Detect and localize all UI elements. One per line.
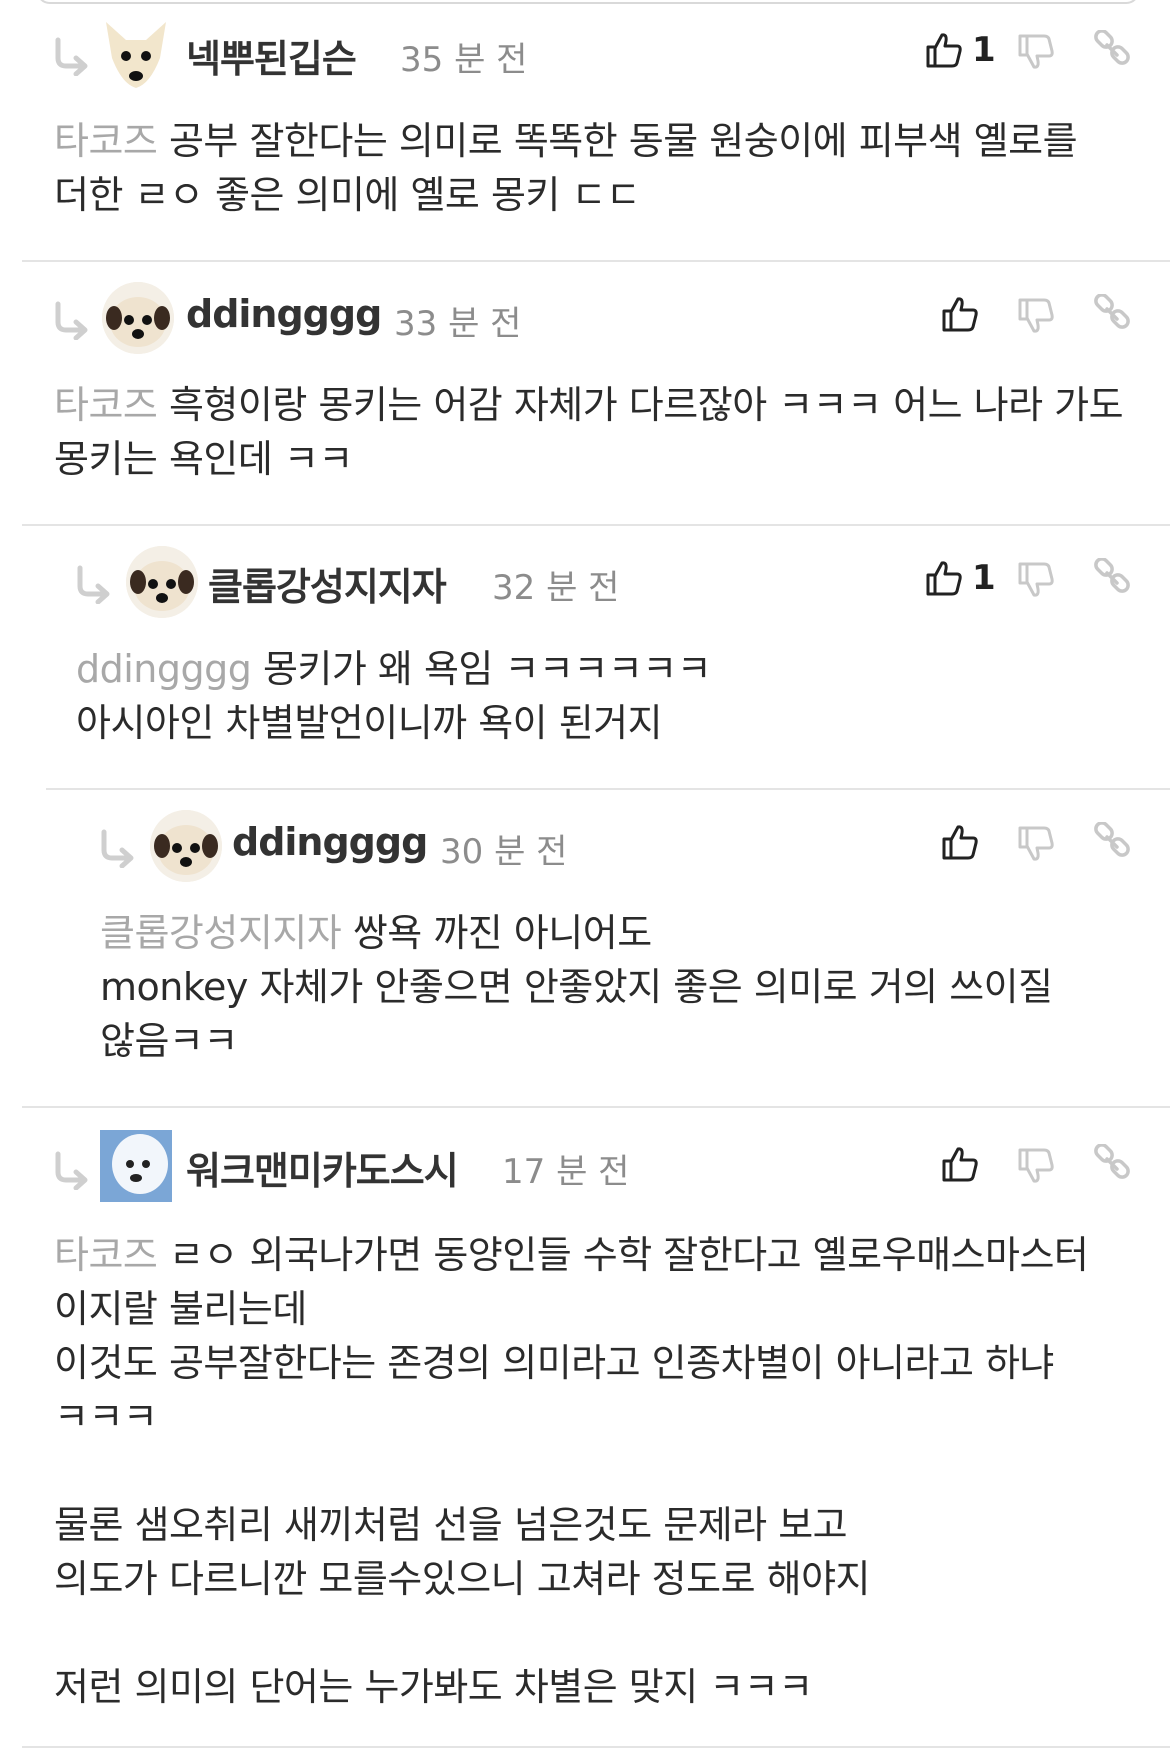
comment-author[interactable]: 클롭강성지지자 <box>208 556 447 611</box>
comment-author[interactable]: ddingggg <box>186 292 382 336</box>
comment-item: 넥뿌된깁슨 35 분 전 1 타코즈 공부 잘한다는 의미로 똑똑한 동물 원숭… <box>0 0 1170 262</box>
divider <box>22 1746 1170 1748</box>
comment-time: 33 분 전 <box>394 304 522 344</box>
mention[interactable]: ddingggg <box>76 647 252 691</box>
mention[interactable]: 클롭강성지지자 <box>100 911 342 955</box>
comment-body: 타코즈 흑형이랑 몽키는 어감 자체가 다르잖아 ㅋㅋㅋ 어느 나라 가도 몽키… <box>54 378 1134 486</box>
comment-item: 워크맨미카도스시 17 분 전 타코즈 ㄹㅇ 외국나가면 동양인들 수학 잘한다… <box>0 1108 1170 1751</box>
avatar[interactable] <box>102 282 174 354</box>
avatar[interactable] <box>100 18 172 90</box>
thumbs-down-icon[interactable] <box>1016 824 1056 864</box>
thumbs-up-icon[interactable] <box>924 30 964 70</box>
like-count: 1 <box>972 30 996 70</box>
thumbs-down-icon[interactable] <box>1016 32 1056 72</box>
comment-time: 32 분 전 <box>492 568 620 608</box>
comment-text: ㄹㅇ 외국나가면 동양인들 수학 잘한다고 옐로우매스마스터 이지랄 불리는데 … <box>54 1233 1089 1439</box>
comment-time: 30 분 전 <box>440 832 568 872</box>
avatar[interactable] <box>100 1130 172 1202</box>
reply-arrow-icon <box>52 1150 92 1190</box>
comment-body: 타코즈 ㄹㅇ 외국나가면 동양인들 수학 잘한다고 옐로우매스마스터 이지랄 불… <box>54 1228 1134 1714</box>
thumbs-down-icon[interactable] <box>1016 296 1056 336</box>
thumbs-up-icon[interactable] <box>940 1144 980 1184</box>
comment-item: 클롭강성지지자 32 분 전 1 ddingggg 몽키가 왜 욕임 ㅋㅋㅋㅋㅋ… <box>0 526 1170 790</box>
comment-body: 타코즈 공부 잘한다는 의미로 똑똑한 동물 원숭이에 피부색 옐로를 더한 ㄹ… <box>54 114 1134 222</box>
comment-body: 클롭강성지지자 쌍욕 까진 아니어도 monkey 자체가 안좋으면 안좋았지 … <box>100 906 1140 1068</box>
comment-item: ddingggg 30 분 전 클롭강성지지자 쌍욕 까진 아니어도 monke… <box>0 790 1170 1108</box>
mention[interactable]: 타코즈 <box>54 383 158 427</box>
comment-item: ddingggg 33 분 전 타코즈 흑형이랑 몽키는 어감 자체가 다르잖아… <box>0 262 1170 526</box>
avatar[interactable] <box>150 810 222 882</box>
link-icon[interactable] <box>1092 294 1132 334</box>
comment-body: ddingggg 몽키가 왜 욕임 ㅋㅋㅋㅋㅋㅋ 아시아인 차별발언이니까 욕이… <box>76 642 1136 750</box>
reply-arrow-icon <box>52 36 92 76</box>
comment-text: 흑형이랑 몽키는 어감 자체가 다르잖아 ㅋㅋㅋ 어느 나라 가도 몽키는 욕인… <box>54 383 1135 481</box>
link-icon[interactable] <box>1092 558 1132 598</box>
comment-time: 35 분 전 <box>400 40 528 80</box>
comment-paragraph: 저런 의미의 단어는 누가봐도 차별은 맞지 ㅋㅋㅋ <box>54 1665 813 1709</box>
thumbs-up-icon[interactable] <box>924 558 964 598</box>
reply-arrow-icon <box>98 828 138 868</box>
reply-arrow-icon <box>52 300 92 340</box>
mention[interactable]: 타코즈 <box>54 119 158 163</box>
comment-time: 17 분 전 <box>502 1152 630 1192</box>
comment-author[interactable]: 넥뿌된깁슨 <box>186 28 357 83</box>
link-icon[interactable] <box>1092 30 1132 70</box>
comment-text: 공부 잘한다는 의미로 똑똑한 동물 원숭이에 피부색 옐로를 더한 ㄹㅇ 좋은… <box>54 119 1089 217</box>
link-icon[interactable] <box>1092 1144 1132 1184</box>
comment-author[interactable]: 워크맨미카도스시 <box>186 1140 459 1195</box>
comment-author[interactable]: ddingggg <box>232 820 428 864</box>
thumbs-up-icon[interactable] <box>940 294 980 334</box>
link-icon[interactable] <box>1092 822 1132 862</box>
avatar[interactable] <box>126 546 198 618</box>
thumbs-down-icon[interactable] <box>1016 1146 1056 1186</box>
thumbs-up-icon[interactable] <box>940 822 980 862</box>
comment-paragraph: 물론 샘오취리 새끼처럼 선을 넘은것도 문제라 보고 의도가 다르니깐 모를수… <box>54 1503 871 1601</box>
reply-arrow-icon <box>74 564 114 604</box>
like-count: 1 <box>972 558 996 598</box>
thumbs-down-icon[interactable] <box>1016 560 1056 600</box>
mention[interactable]: 타코즈 <box>54 1233 158 1277</box>
